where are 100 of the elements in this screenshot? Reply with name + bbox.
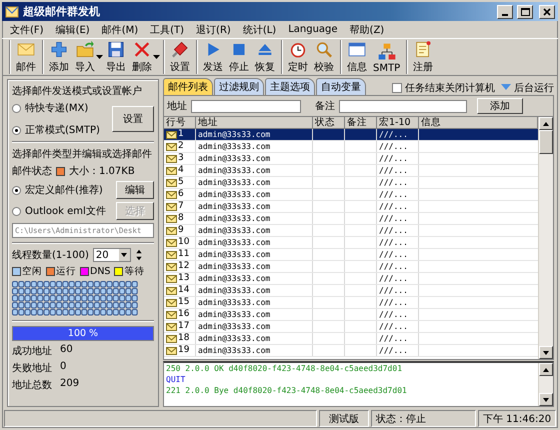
tab[interactable]: 邮件列表 [163,78,213,95]
toolbar-button[interactable]: 导出 [103,40,129,74]
network-icon [376,42,397,62]
address-cell: admin@33s33.com [196,273,313,284]
toolbar-button[interactable]: 添加 [46,40,72,74]
table-row[interactable]: 17 admin@33s33.com ///... [164,321,538,333]
log-line: 250 2.0.0 OK d40f8020-f423-4748-8e04-c5aeed3d7d01 [166,364,404,373]
tab[interactable]: 自动变量 [316,78,366,95]
radio-option[interactable]: 正常模式(SMTP) [12,123,100,137]
table-row[interactable]: 12 admin@33s33.com ///... [164,261,538,273]
row-number: 9 [178,225,184,236]
address-cell: admin@33s33.com [196,141,313,152]
stat-value: 209 [60,378,80,391]
table-row[interactable]: 8 admin@33s33.com ///... [164,213,538,225]
radio-option[interactable]: 宏定义邮件(推荐) [12,183,103,197]
row-number: 3 [178,153,184,164]
table-row[interactable]: 7 admin@33s33.com ///... [164,201,538,213]
clock-text: 下午 11:46:20 [478,410,556,427]
menu-item[interactable]: Language [282,24,344,35]
toolbar-button[interactable]: 发送 [200,40,226,74]
table-row[interactable]: 15 admin@33s33.com ///... [164,297,538,309]
maximize-button[interactable] [517,4,533,18]
macro-cell: ///... [377,237,419,248]
toolbar-button[interactable]: SMTP [370,40,404,74]
minimize-button[interactable] [497,4,513,18]
table-row[interactable]: 4 admin@33s33.com ///... [164,165,538,177]
toolbar-button[interactable]: 恢复 [252,40,278,74]
note-label: 备注 [315,100,335,113]
scroll-down-icon [542,348,550,356]
envelope-icon [166,298,177,306]
size-label: 大小：1.07KB [69,164,135,178]
menu-item[interactable]: 文件(F) [4,22,50,36]
thread-count-select[interactable]: 20 [92,248,131,262]
toolbar-button[interactable]: 注册 [410,40,436,74]
toolbar-button[interactable]: 设置 [167,40,193,74]
table-row[interactable]: 19 admin@33s33.com ///... [164,345,538,357]
toolbar-button[interactable]: 导入 [72,40,98,74]
minimize-icon [502,14,508,16]
table-row[interactable]: 11 admin@33s33.com ///... [164,249,538,261]
add-button[interactable]: 添加 [477,98,523,114]
mail-status-label: 邮件状态 [12,164,52,178]
mail-type-button[interactable]: 编辑 [116,181,154,199]
menu-item[interactable]: 邮件(M) [96,22,144,36]
toolbar-button[interactable]: 删除 [129,40,155,74]
toolbar-button[interactable]: 停止 [226,40,252,74]
row-number: 13 [178,273,190,284]
close-button[interactable] [539,4,555,18]
menu-item[interactable]: 工具(T) [144,22,190,36]
edition-label: 测试版 [319,410,369,427]
window-title: 超级邮件群发机 [23,4,101,19]
macro-cell: ///... [377,213,419,224]
stat-value: 60 [60,344,73,357]
address-field[interactable] [191,100,301,112]
toolbar-button[interactable]: 校验 [311,40,337,74]
table-row[interactable]: 16 admin@33s33.com ///... [164,309,538,321]
shutdown-checkbox[interactable]: 任务结束关闭计算机 [392,81,495,95]
table-row[interactable]: 2 admin@33s33.com ///... [164,141,538,153]
settings-button[interactable]: 设置 [112,106,154,132]
address-cell: admin@33s33.com [196,177,313,188]
table-row[interactable]: 10 admin@33s33.com ///... [164,237,538,249]
menu-item[interactable]: 退订(R) [190,22,237,36]
envelope-icon [166,166,177,174]
macro-cell: ///... [377,189,419,200]
macro-cell: ///... [377,141,419,152]
macro-cell: ///... [377,333,419,344]
table-row[interactable]: 1 admin@33s33.com ///... [164,129,538,141]
table-row[interactable]: 9 admin@33s33.com ///... [164,225,538,237]
menu-item[interactable]: 统计(L) [236,22,282,36]
table-row[interactable]: 18 admin@33s33.com ///... [164,333,538,345]
table-row[interactable]: 13 admin@33s33.com ///... [164,273,538,285]
table-row[interactable]: 5 admin@33s33.com ///... [164,177,538,189]
toolbar-button[interactable]: 信息 [344,40,370,74]
row-number: 12 [178,261,190,272]
menu-item[interactable]: 编辑(E) [50,22,96,36]
scrollbar[interactable] [538,117,553,359]
tab[interactable]: 主题选项 [265,78,315,95]
row-number: 11 [178,249,190,260]
scrollbar[interactable] [538,363,553,406]
address-cell: admin@33s33.com [196,225,313,236]
table-row[interactable]: 6 admin@33s33.com ///... [164,189,538,201]
caret-icon[interactable] [96,55,103,59]
macro-cell: ///... [377,129,419,140]
radio-option[interactable]: 特快专递(MX) [12,101,100,115]
tab[interactable]: 过滤规则 [214,78,264,95]
toolbar-button[interactable]: 定时 [285,40,311,74]
menu-item[interactable]: 帮助(Z) [344,22,390,36]
table-row[interactable]: 3 admin@33s33.com ///... [164,153,538,165]
progress-text: 100 % [66,327,100,340]
plus-icon [49,40,69,59]
stat-label: 地址总数 [12,378,52,392]
background-run-button[interactable]: 后台运行 [501,81,554,95]
spinner-control[interactable] [134,248,144,262]
envelope-icon [166,214,177,222]
table-row[interactable]: 14 admin@33s33.com ///... [164,285,538,297]
envelope-icon [166,346,177,354]
note-field[interactable] [339,100,467,112]
caret-icon[interactable] [153,55,160,59]
toolbar-button[interactable]: 邮件 [13,40,39,74]
envelope-icon [166,310,177,318]
scroll-thumb[interactable] [539,130,553,154]
